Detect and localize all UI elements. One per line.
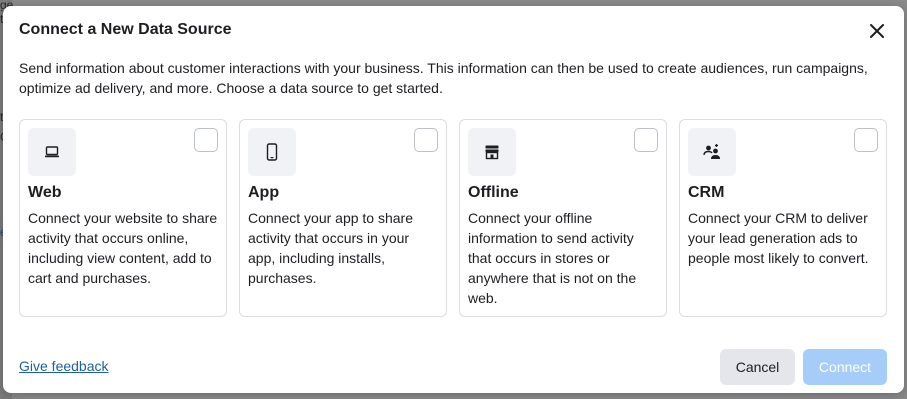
card-description: Connect your offline information to send… [468, 210, 637, 306]
close-button[interactable] [868, 22, 886, 40]
card-title: Web [28, 184, 62, 201]
close-icon [870, 24, 884, 38]
card-description: Connect your app to share activity that … [248, 210, 413, 286]
dialog-title: Connect a New Data Source [19, 21, 232, 38]
app-checkbox[interactable] [414, 128, 438, 152]
data-source-options: Web Connect your website to share activi… [19, 119, 887, 317]
offline-checkbox[interactable] [634, 128, 658, 152]
store-icon [468, 128, 516, 176]
give-feedback-link[interactable]: Give feedback [19, 358, 109, 374]
laptop-icon [28, 128, 76, 176]
card-title: Offline [468, 184, 519, 201]
web-checkbox[interactable] [194, 128, 218, 152]
connect-button[interactable]: Connect [803, 349, 887, 385]
connect-data-source-dialog: Connect a New Data Source Send informati… [3, 6, 904, 393]
card-title: App [248, 184, 280, 201]
data-source-card-app[interactable]: App Connect your app to share activity t… [239, 119, 447, 317]
card-description: Connect your website to share activity t… [28, 210, 218, 286]
data-source-card-offline[interactable]: Offline Connect your offline information… [459, 119, 667, 317]
dialog-description: Send information about customer interact… [19, 60, 868, 96]
card-title: CRM [688, 184, 725, 201]
card-description: Connect your CRM to deliver your lead ge… [688, 210, 869, 266]
cancel-button[interactable]: Cancel [720, 349, 795, 385]
crm-checkbox[interactable] [854, 128, 878, 152]
phone-icon [248, 128, 296, 176]
data-source-card-web[interactable]: Web Connect your website to share activi… [19, 119, 227, 317]
data-source-card-crm[interactable]: CRM Connect your CRM to deliver your lea… [679, 119, 887, 317]
crm-people-icon [688, 128, 736, 176]
